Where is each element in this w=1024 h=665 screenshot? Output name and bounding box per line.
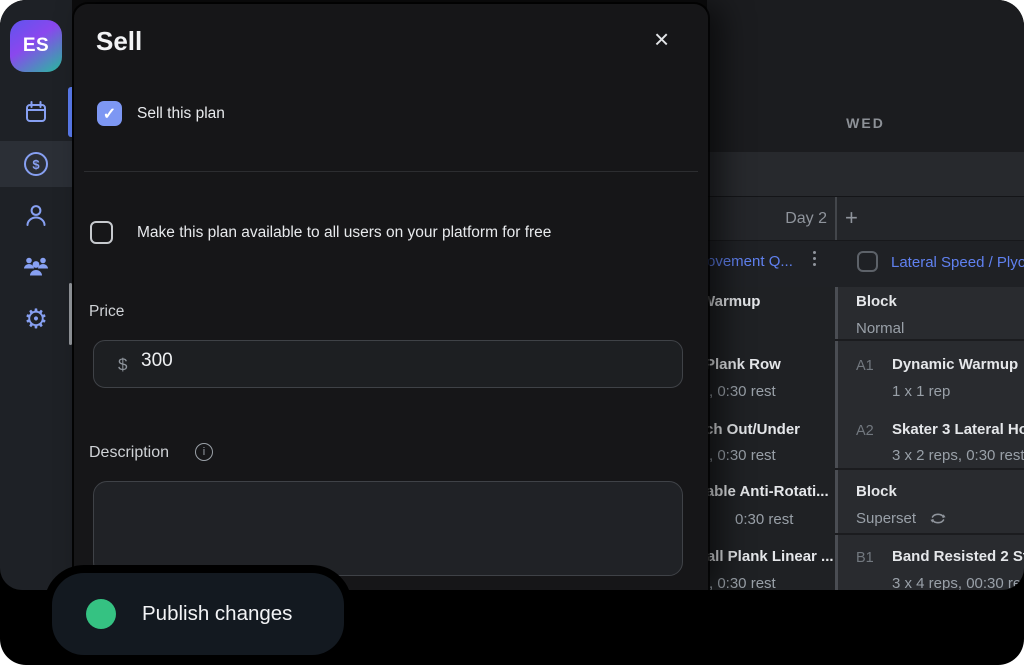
row-divider (835, 468, 1024, 470)
screenshot-frame: ES $ (0, 0, 1024, 665)
publish-changes-button[interactable]: Publish changes (52, 573, 344, 655)
free-plan-label: Make this plan available to all users on… (137, 224, 551, 242)
exercise-title: Ball Plank Linear ... (696, 548, 834, 567)
gear-icon: ⚙ (24, 306, 48, 333)
sell-modal: Sell × ✓ Sell this plan Make this plan a… (74, 4, 708, 590)
sidebar-item-profile[interactable] (0, 193, 72, 239)
exercise-detail: , 0:30 rest (709, 575, 776, 590)
exercise-detail: 1 x 1 rep (892, 383, 950, 402)
exercise-title: Cable Anti-Rotati... (695, 483, 829, 502)
exercise-detail: 0:30 rest (735, 511, 793, 530)
workout-select-checkbox[interactable] (857, 251, 878, 272)
exercise-title: Plank Row (705, 356, 781, 375)
row-divider (835, 339, 1024, 341)
sidebar-item-clients[interactable] (0, 243, 72, 289)
tab-day-2[interactable]: Day 2 (707, 197, 827, 241)
dollar-circle-icon: $ (22, 150, 50, 178)
exercise-tag: A1 (856, 357, 874, 375)
calendar-icon (22, 98, 50, 126)
exercise-detail: 3 x 4 reps, 00:30 rest (892, 575, 1024, 590)
exercise-detail: , 0:30 rest (709, 447, 776, 466)
price-label: Price (89, 303, 124, 321)
status-dot-icon (86, 599, 116, 629)
info-icon: i (195, 443, 213, 461)
modal-title: Sell (96, 26, 142, 57)
left-workout-title-link[interactable]: ovement Q... (707, 253, 793, 272)
day-tab-row: Day 2 + (707, 196, 1024, 240)
superset-cycle-icon (929, 511, 947, 526)
sidebar-scrollbar-thumb[interactable] (69, 283, 72, 345)
block-type: Superset (856, 510, 916, 529)
right-workout-title-link[interactable]: Lateral Speed / Plyo (891, 254, 1024, 273)
free-plan-checkbox[interactable] (90, 221, 113, 244)
block-label: Block (856, 483, 897, 502)
exercise-tag: A2 (856, 422, 874, 440)
day-column-header: WED (707, 0, 1024, 152)
sidebar: ES $ (0, 0, 72, 590)
check-icon: ✓ (103, 104, 116, 124)
people-group-icon (21, 251, 51, 281)
price-field: $ (93, 340, 683, 388)
sidebar-item-billing[interactable]: $ (0, 141, 72, 187)
exercise-detail: 3 x 2 reps, 0:30 rest (892, 447, 1024, 466)
block-type: Normal (856, 320, 904, 339)
exercise-title: Warmup (701, 293, 760, 312)
row-divider (835, 533, 1024, 535)
block-label: Block (856, 293, 897, 312)
app-shell: ES $ (0, 0, 1024, 665)
description-textarea[interactable] (93, 481, 683, 576)
svg-text:$: $ (32, 157, 40, 172)
exercise-title: ch Out/Under (705, 421, 800, 440)
exercise-title: Skater 3 Lateral Hop (892, 421, 1024, 440)
publish-changes-label: Publish changes (142, 573, 292, 655)
sell-this-plan-checkbox[interactable]: ✓ (97, 101, 122, 126)
app-window: ES $ (0, 0, 1024, 590)
active-nav-indicator (68, 87, 72, 137)
add-day-button[interactable]: + (845, 197, 858, 241)
close-icon[interactable]: × (654, 26, 669, 52)
plan-title-band (707, 152, 1024, 196)
planner-board: WED Day 2 + ovement Q... Lateral Speed / (707, 0, 1024, 590)
description-label: Description (89, 444, 169, 462)
exercise-detail: , 0:30 rest (709, 383, 776, 402)
exercise-title: Band Resisted 2 Step (892, 548, 1024, 567)
kebab-menu-icon[interactable] (813, 251, 816, 266)
currency-symbol: $ (118, 355, 127, 375)
person-icon (22, 202, 50, 230)
column-divider (835, 197, 837, 241)
exercise-title: Dynamic Warmup (892, 356, 1018, 375)
price-input[interactable] (139, 349, 659, 373)
avatar[interactable]: ES (10, 20, 62, 72)
sidebar-item-settings[interactable]: ⚙ (0, 296, 72, 342)
panel-scrollbar[interactable] (835, 287, 838, 590)
sell-this-plan-label: Sell this plan (137, 105, 225, 123)
weekday-label: WED (707, 115, 1024, 131)
exercise-tag: B1 (856, 549, 874, 567)
modal-divider (84, 171, 698, 172)
sidebar-item-calendar[interactable] (0, 89, 72, 135)
